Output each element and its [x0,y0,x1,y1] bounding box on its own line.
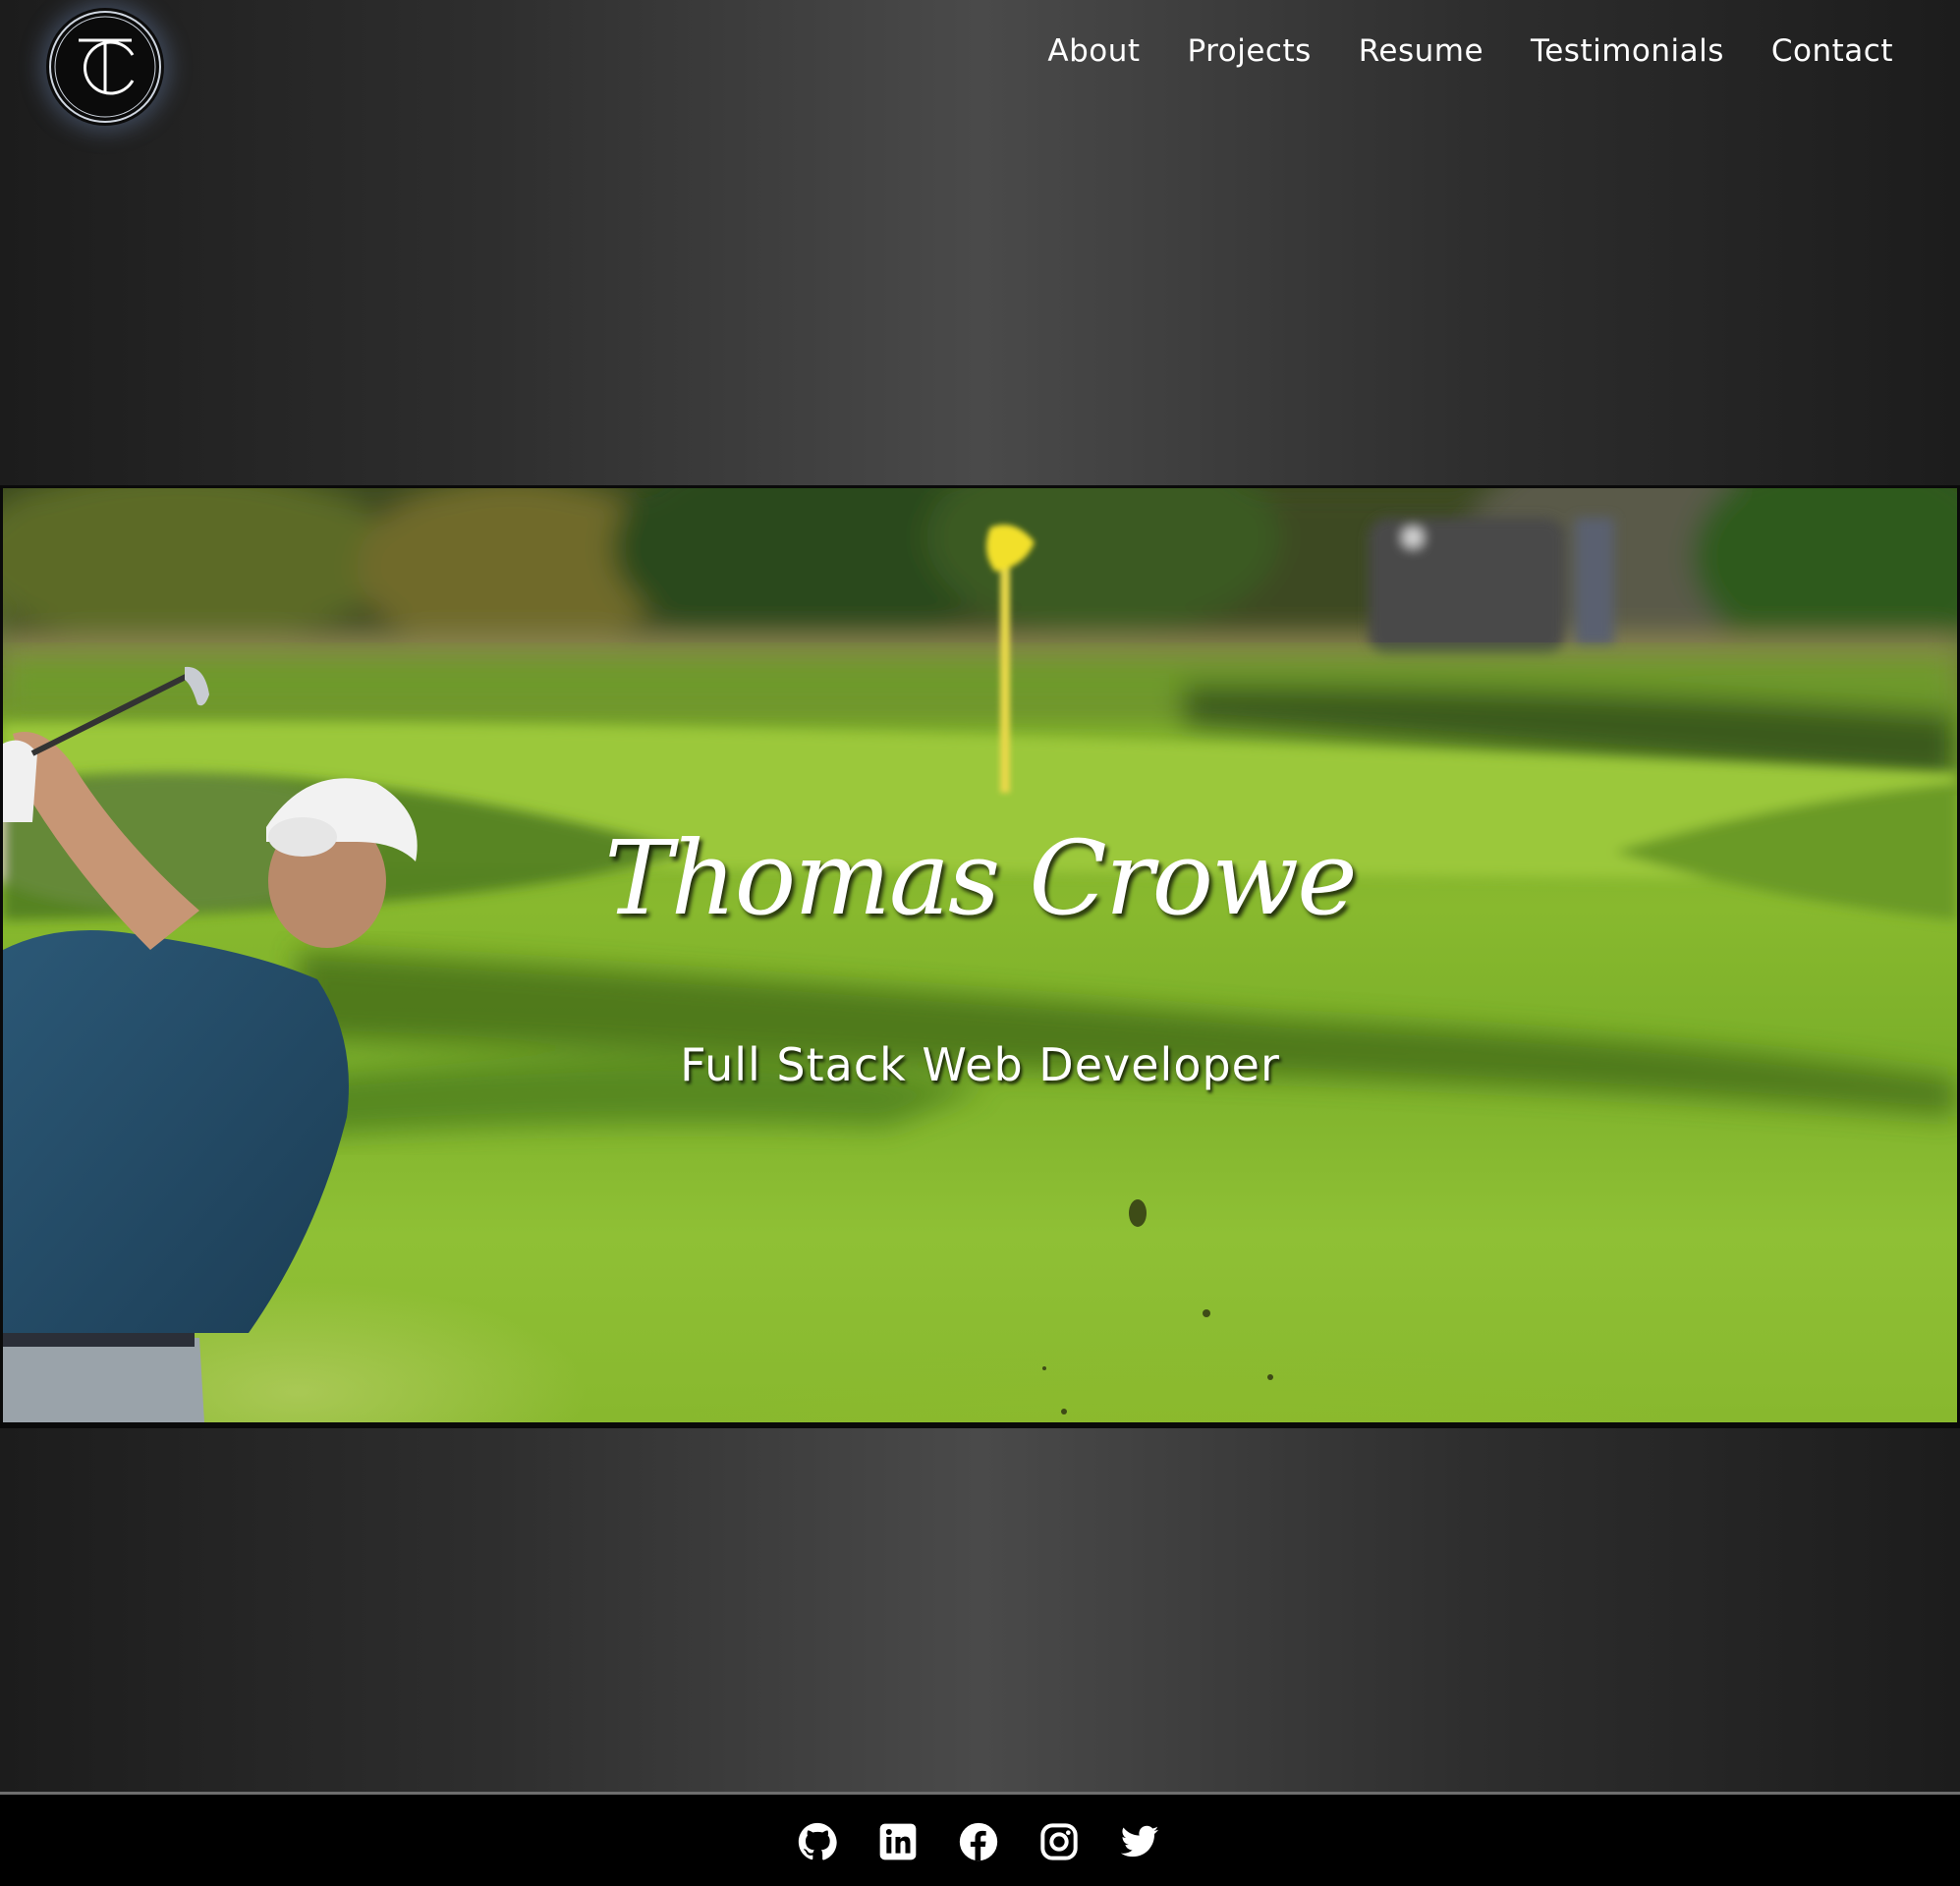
nav-testimonials[interactable]: Testimonials [1531,28,1724,75]
twitter-icon[interactable] [1120,1822,1159,1861]
hero-background-image [3,488,1957,1422]
social-links [798,1822,1201,1861]
page: About Projects Resume Testimonials Conta… [0,0,1960,1886]
facebook-icon[interactable] [959,1822,998,1861]
nav-about[interactable]: About [1047,28,1140,75]
tc-monogram-logo[interactable] [46,8,164,126]
main-nav: About Projects Resume Testimonials Conta… [1000,28,1893,75]
instagram-icon[interactable] [1039,1822,1079,1861]
nav-projects[interactable]: Projects [1188,28,1312,75]
github-icon[interactable] [798,1822,837,1861]
logo-icon [49,11,161,123]
nav-contact[interactable]: Contact [1771,28,1893,75]
hero-tagline: Full Stack Web Developer [680,1038,1280,1091]
hero-banner: Thomas Crowe Full Stack Web Developer [0,485,1960,1428]
footer [0,1792,1960,1886]
linkedin-icon[interactable] [878,1822,918,1861]
hero-name: Thomas Crowe [604,818,1357,938]
nav-resume[interactable]: Resume [1359,28,1484,75]
